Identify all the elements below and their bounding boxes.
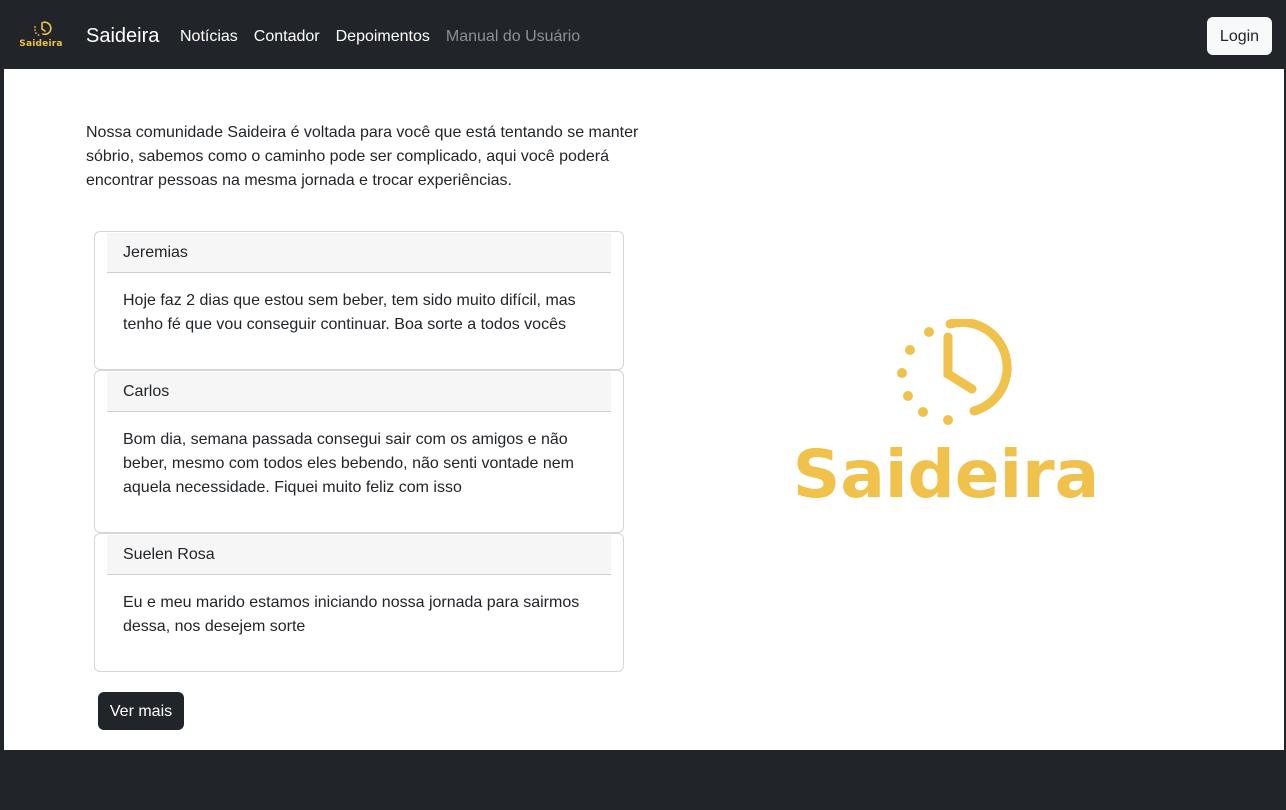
hero-logo: Saideira xyxy=(790,317,1102,513)
testimonial-card: Suelen Rosa Eu e meu marido estamos inic… xyxy=(94,533,624,672)
main-content: Nossa comunidade Saideira é voltada para… xyxy=(4,69,1284,750)
navbar: Saideira Saideira Notícias Contador Depo… xyxy=(0,0,1286,69)
nav-link-manual[interactable]: Manual do Usuário xyxy=(446,27,580,46)
nav-logo-text: Saideira xyxy=(19,39,63,49)
nav-links: Notícias Contador Depoimentos Manual do … xyxy=(180,27,596,46)
brand-link[interactable]: Saideira xyxy=(86,24,159,48)
testimonial-text: Eu e meu marido estamos iniciando nossa … xyxy=(123,594,580,635)
hero-logo-text: Saideira xyxy=(793,436,1099,503)
testimonial-author: Jeremias xyxy=(107,233,611,273)
intro-text: Nossa comunidade Saideira é voltada para… xyxy=(86,124,639,189)
see-more-button[interactable]: Ver mais xyxy=(98,692,184,730)
nav-link-contador[interactable]: Contador xyxy=(254,27,320,46)
testimonial-author: Carlos xyxy=(107,372,611,412)
nav-logo[interactable]: Saideira xyxy=(18,20,64,52)
login-button[interactable]: Login xyxy=(1207,17,1272,55)
footer xyxy=(0,750,1286,810)
testimonial-card: Jeremias Hoje faz 2 dias que estou sem b… xyxy=(94,231,624,370)
clock-logo-icon xyxy=(34,21,52,36)
testimonial-text: Hoje faz 2 dias que estou sem beber, tem… xyxy=(123,292,576,333)
clock-logo-icon: Saideira xyxy=(793,317,1099,513)
testimonial-author: Suelen Rosa xyxy=(107,535,611,575)
nav-link-depoimentos[interactable]: Depoimentos xyxy=(336,27,430,46)
nav-link-noticias[interactable]: Notícias xyxy=(180,27,238,46)
testimonial-card: Carlos Bom dia, semana passada consegui … xyxy=(94,370,624,533)
testimonial-text: Bom dia, semana passada consegui sair co… xyxy=(123,431,574,496)
